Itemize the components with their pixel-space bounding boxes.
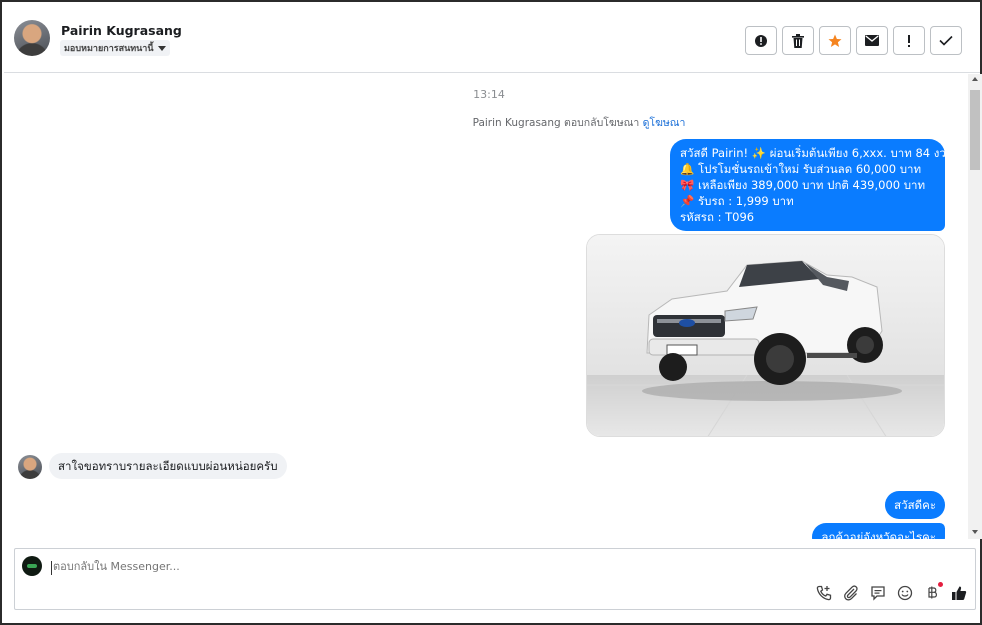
baht-icon	[928, 586, 938, 599]
scrollbar-thumb[interactable]	[970, 90, 980, 170]
outgoing-message-ad[interactable]: สวัสดี Pairin! ✨ ผ่อนเริ่มต้นเพียง 6,xxx…	[670, 139, 954, 231]
phone-plus-icon	[816, 585, 832, 601]
done-button[interactable]	[930, 26, 962, 55]
view-ad-link[interactable]: ดูโฆษณา	[643, 117, 686, 129]
chat-scrollbar[interactable]	[968, 74, 982, 539]
saved-replies-button[interactable]	[870, 585, 886, 601]
alert-circle-icon	[755, 34, 767, 47]
outgoing-message-greeting[interactable]: สวัสดีคะ	[885, 491, 945, 519]
incoming-message[interactable]: สาใจขอทราบรายละเอียดแบบผ่อนหน่อยครับ	[49, 453, 287, 479]
message-composer	[14, 548, 976, 610]
scroll-down-arrow-icon[interactable]	[972, 530, 978, 534]
trash-icon	[792, 33, 804, 48]
thumbs-up-icon	[952, 586, 967, 600]
message-line: รหัสรถ : T096	[680, 210, 755, 224]
mark-unread-button[interactable]	[856, 26, 888, 55]
message-list[interactable]: 13:14 Pairin Kugrasang ตอบกลับโฆษณา ดูโฆ…	[4, 74, 968, 539]
paperclip-icon	[844, 585, 858, 601]
text-cursor	[51, 561, 52, 575]
attach-button[interactable]	[843, 585, 859, 601]
ad-reply-notice: Pairin Kugrasang ตอบกลับโฆษณา ดูโฆษณา	[4, 114, 968, 131]
scroll-up-arrow-icon[interactable]	[972, 77, 978, 81]
composer-tools	[816, 582, 967, 601]
ad-reply-text: Pairin Kugrasang ตอบกลับโฆษณา	[472, 117, 640, 129]
follow-up-button[interactable]	[893, 26, 925, 55]
emoji-icon	[897, 585, 913, 601]
contact-avatar[interactable]	[14, 20, 50, 56]
envelope-icon	[865, 35, 879, 46]
call-button[interactable]	[816, 585, 832, 601]
message-line: สวัสดี Pairin! ✨ ผ่อนเริ่มต้นเพียง 6,xxx…	[680, 146, 954, 160]
message-timestamp: 13:14	[473, 88, 505, 101]
assign-conversation-dropdown[interactable]: มอบหมายการสนทนานี้	[60, 40, 170, 56]
assign-label: มอบหมายการสนทนานี้	[64, 44, 154, 54]
contact-avatar-small	[18, 455, 42, 479]
star-icon	[828, 34, 842, 47]
car-photo-attachment[interactable]	[586, 234, 945, 437]
contact-name[interactable]: Pairin Kugrasang	[61, 23, 182, 38]
conversation-header: Pairin Kugrasang มอบหมายการสนทนานี้	[4, 4, 980, 73]
message-line: 📌 รับรถ : 1,999 บาท	[680, 194, 794, 208]
notification-dot	[938, 582, 943, 587]
message-line: 🎀 เหลือเพียง 389,000 บาท ปกติ 439,000 บา…	[680, 178, 926, 192]
spam-button[interactable]	[745, 26, 777, 55]
message-line: 🔔 โปรโมชั่นรถเข้าใหม่ รับส่วนลด 60,000 บ…	[680, 162, 922, 176]
chevron-down-icon	[157, 45, 166, 51]
messenger-window: Pairin Kugrasang มอบหมายการสนทนานี้ 13:1…	[0, 0, 982, 625]
reply-input[interactable]	[53, 560, 453, 573]
page-avatar	[22, 556, 42, 576]
saved-reply-icon	[871, 586, 885, 601]
exclamation-icon	[908, 34, 910, 47]
pickup-truck-image	[587, 235, 944, 436]
emoji-button[interactable]	[897, 585, 913, 601]
star-button[interactable]	[819, 26, 851, 55]
header-actions	[745, 26, 962, 55]
check-icon	[939, 35, 953, 46]
outgoing-message-province[interactable]: ลูกค้าอยู่จังหวัดอะไรคะ	[812, 523, 945, 539]
delete-button[interactable]	[782, 26, 814, 55]
like-button[interactable]	[951, 585, 967, 601]
payment-button[interactable]	[924, 582, 943, 601]
